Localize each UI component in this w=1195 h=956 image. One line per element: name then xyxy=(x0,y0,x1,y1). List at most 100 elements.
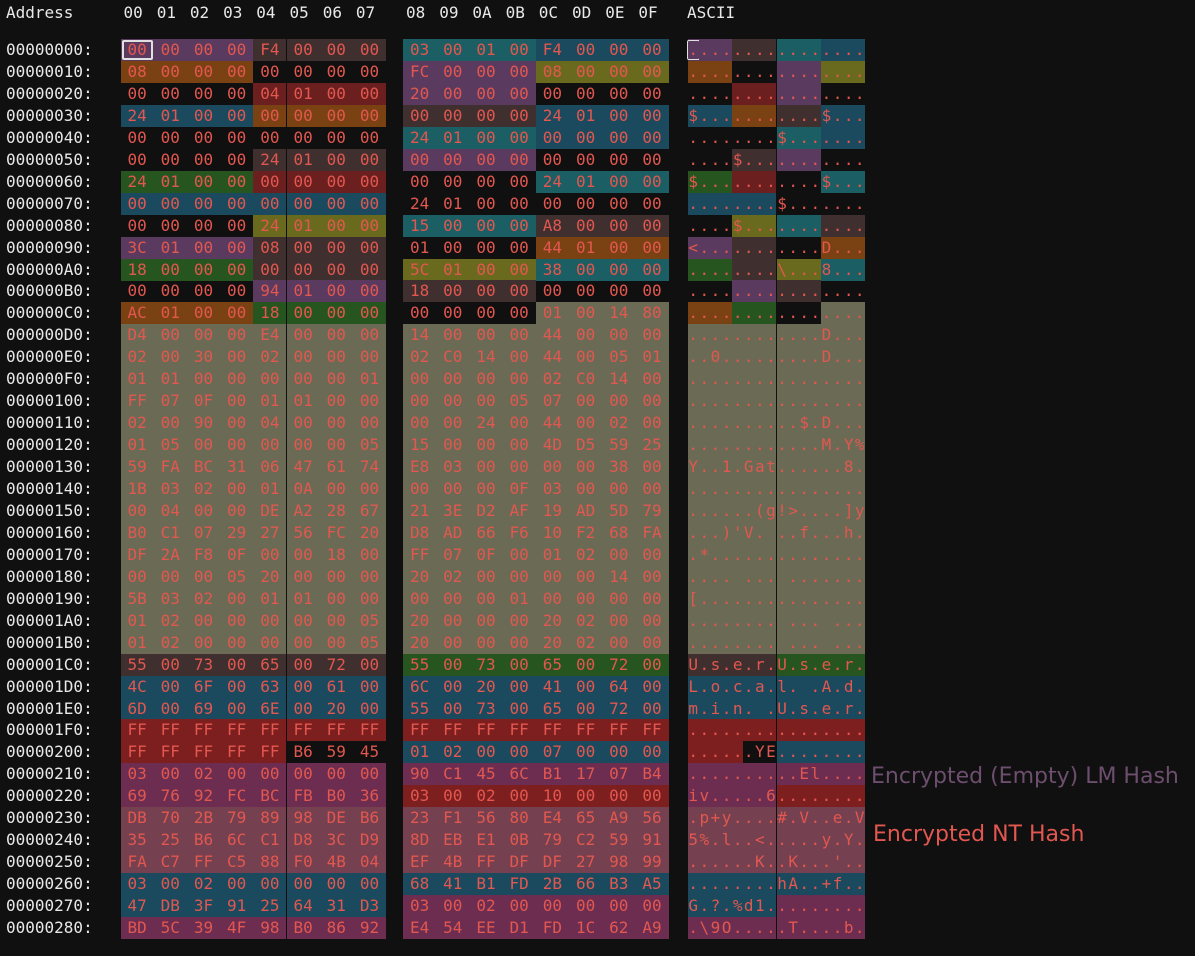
hex-byte[interactable]: 00 xyxy=(602,631,636,654)
hex-byte[interactable]: 73 xyxy=(469,697,503,720)
ascii-char[interactable]: . xyxy=(832,346,844,369)
hex-byte[interactable]: 00 xyxy=(286,565,320,588)
ascii-char[interactable]: . xyxy=(709,104,721,127)
hex-byte[interactable]: 00 xyxy=(503,171,536,193)
hex-byte[interactable]: 00 xyxy=(635,631,669,654)
hex-byte[interactable]: 00 xyxy=(502,895,536,918)
hex-byte[interactable]: 00 xyxy=(352,302,387,325)
ascii-char[interactable]: r xyxy=(754,653,766,676)
hex-byte[interactable]: 08 xyxy=(120,60,154,83)
ascii-char[interactable]: . xyxy=(721,675,733,698)
ascii-char[interactable]: . xyxy=(688,127,699,149)
ascii-char[interactable]: . xyxy=(743,39,755,61)
hex-byte[interactable]: 03 xyxy=(153,587,187,610)
hex-byte[interactable]: 00 xyxy=(569,478,603,500)
hex-byte[interactable]: 2A xyxy=(153,543,187,566)
hex-byte[interactable]: 00 xyxy=(502,346,536,369)
ascii-char[interactable]: . xyxy=(698,192,710,215)
ascii-char[interactable]: . xyxy=(765,214,777,237)
ascii-char[interactable]: . xyxy=(854,543,866,566)
ascii-char[interactable]: . xyxy=(787,763,799,786)
ascii-char[interactable]: . xyxy=(698,741,710,764)
ascii-char[interactable]: . xyxy=(732,236,744,259)
hex-byte[interactable]: D8 xyxy=(286,829,320,852)
ascii-char[interactable]: ] xyxy=(843,499,855,522)
hex-byte[interactable]: 4D xyxy=(535,434,569,457)
hex-byte[interactable]: 00 xyxy=(469,193,502,215)
hex-byte[interactable]: 00 xyxy=(220,127,253,149)
ascii-char[interactable]: . xyxy=(832,917,844,939)
hex-byte[interactable]: 00 xyxy=(635,149,668,171)
ascii-char[interactable]: . xyxy=(843,368,855,391)
ascii-char[interactable]: . xyxy=(721,543,733,566)
ascii-char[interactable]: . xyxy=(732,631,744,654)
ascii-char[interactable]: . xyxy=(809,368,821,391)
ascii-char[interactable]: . xyxy=(743,763,755,786)
ascii-char[interactable]: . xyxy=(721,478,733,500)
ascii-char[interactable]: i xyxy=(687,785,699,808)
ascii-char[interactable]: . xyxy=(709,324,721,347)
hex-byte[interactable]: 65 xyxy=(253,653,287,676)
hex-byte[interactable]: 00 xyxy=(469,237,502,259)
hex-byte[interactable]: 00 xyxy=(220,324,254,347)
hex-byte[interactable]: 20 xyxy=(403,609,437,632)
ascii-char[interactable] xyxy=(820,631,832,654)
hex-byte[interactable]: 0F xyxy=(220,543,254,566)
hex-byte[interactable]: 20 xyxy=(253,565,287,588)
hex-byte[interactable]: 00 xyxy=(502,258,536,281)
hex-byte[interactable]: 00 xyxy=(286,39,320,61)
hex-byte[interactable]: C1 xyxy=(253,829,287,852)
hex-byte[interactable]: 00 xyxy=(220,653,254,676)
hex-byte[interactable]: 00 xyxy=(220,478,254,500)
ascii-char[interactable]: . xyxy=(776,324,788,347)
ascii-char[interactable]: . xyxy=(787,807,799,830)
hex-byte[interactable]: 01 xyxy=(403,741,437,764)
ascii-char[interactable]: . xyxy=(765,851,777,874)
hex-byte[interactable]: 00 xyxy=(153,324,187,347)
hex-byte[interactable]: 04 xyxy=(253,82,287,105)
hex-byte[interactable]: 00 xyxy=(352,587,387,610)
hex-byte[interactable]: 00 xyxy=(153,675,187,698)
ascii-char[interactable]: . xyxy=(843,104,855,127)
hex-byte[interactable]: FD xyxy=(535,917,569,939)
ascii-char[interactable]: . xyxy=(743,236,755,259)
ascii-char[interactable]: . xyxy=(854,565,866,588)
hex-byte[interactable]: 88 xyxy=(253,851,287,874)
hex-byte[interactable]: 00 xyxy=(635,280,668,302)
ascii-char[interactable]: D xyxy=(820,346,832,369)
ascii-char[interactable]: . xyxy=(699,280,710,302)
hex-byte[interactable]: 00 xyxy=(187,127,220,149)
hex-byte[interactable]: 00 xyxy=(436,60,470,83)
ascii-char[interactable]: % xyxy=(698,829,710,852)
ascii-char[interactable]: . xyxy=(843,565,855,588)
hex-byte[interactable]: 00 xyxy=(569,346,603,369)
hex-byte[interactable]: EE xyxy=(469,917,503,939)
ascii-char[interactable]: . xyxy=(754,785,766,808)
hex-byte[interactable]: 00 xyxy=(569,60,603,83)
ascii-char[interactable]: . xyxy=(721,412,733,435)
hex-byte[interactable]: 00 xyxy=(403,390,437,413)
hex-byte[interactable]: 00 xyxy=(403,412,437,435)
hex-byte[interactable]: A5 xyxy=(635,873,669,896)
ascii-char[interactable]: . xyxy=(721,324,733,347)
ascii-char[interactable]: . xyxy=(709,851,721,874)
hex-byte[interactable]: 00 xyxy=(120,499,154,522)
ascii-char[interactable]: . xyxy=(765,236,777,259)
hex-byte[interactable]: 00 xyxy=(319,390,353,413)
hex-byte[interactable]: 4B xyxy=(319,851,353,874)
ascii-char[interactable]: . xyxy=(832,543,844,566)
ascii-char[interactable]: . xyxy=(854,653,866,676)
ascii-char[interactable]: . xyxy=(732,829,744,852)
ascii-char[interactable]: . xyxy=(798,214,810,237)
ascii-char[interactable]: d xyxy=(743,895,755,918)
hex-byte[interactable]: 07 xyxy=(535,741,569,764)
ascii-char[interactable]: . xyxy=(709,192,721,215)
ascii-char[interactable]: Y xyxy=(843,434,855,457)
hex-byte[interactable]: 01 xyxy=(436,193,469,215)
hex-byte[interactable]: 20 xyxy=(352,521,387,544)
hex-byte[interactable]: FF xyxy=(469,851,503,874)
ascii-char[interactable]: . xyxy=(809,917,821,939)
ascii-char[interactable]: . xyxy=(843,346,855,369)
ascii-char[interactable]: . xyxy=(843,851,855,874)
hex-byte[interactable]: 00 xyxy=(436,631,470,654)
